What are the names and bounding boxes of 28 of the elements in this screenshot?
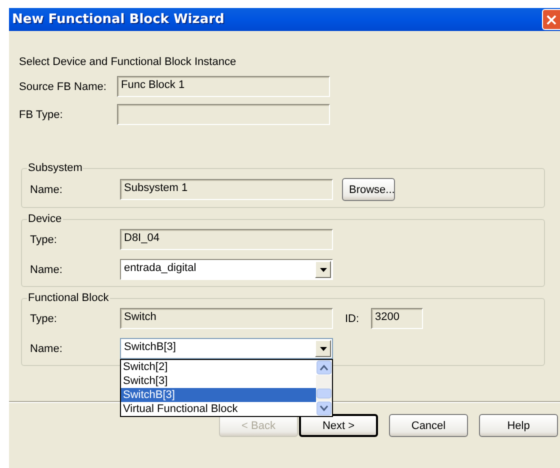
- browse-button[interactable]: Browse...: [342, 178, 395, 201]
- wizard-button[interactable]: Cancel: [389, 414, 468, 437]
- field-label: Name:: [30, 342, 64, 354]
- list-option[interactable]: Switch[3]: [121, 374, 316, 388]
- list-option[interactable]: SwitchB[3]: [121, 388, 316, 402]
- field-label: Source FB Name:: [19, 80, 108, 92]
- group-title: Device: [27, 213, 63, 225]
- read-only-field: Func Block 1: [117, 76, 330, 97]
- read-only-field: Subsystem 1: [120, 179, 333, 200]
- field-label: Type:: [30, 234, 58, 246]
- field-label: Name:: [30, 184, 64, 196]
- field-label: Name:: [30, 264, 64, 276]
- field-label: ID:: [345, 312, 360, 324]
- scrollbar[interactable]: [316, 360, 332, 416]
- read-only-field: 3200: [371, 308, 423, 329]
- group-title: Functional Block: [27, 292, 110, 304]
- read-only-field: D8I_04: [120, 229, 333, 250]
- close-button[interactable]: ×: [542, 9, 560, 30]
- list-option[interactable]: Switch[2]: [121, 360, 316, 374]
- list-option[interactable]: Virtual Functional Block: [121, 402, 316, 416]
- field-label: Type:: [30, 312, 58, 324]
- wizard-button[interactable]: Help: [479, 414, 558, 437]
- wizard-button[interactable]: Next >: [299, 414, 378, 437]
- window-title: New Functional Block Wizard: [12, 12, 224, 27]
- group-title: Subsystem: [27, 162, 84, 174]
- instruction-text: Select Device and Functional Block Instance: [19, 56, 238, 70]
- field-label: FB Type:: [19, 108, 64, 120]
- read-only-field: Switch: [120, 308, 333, 329]
